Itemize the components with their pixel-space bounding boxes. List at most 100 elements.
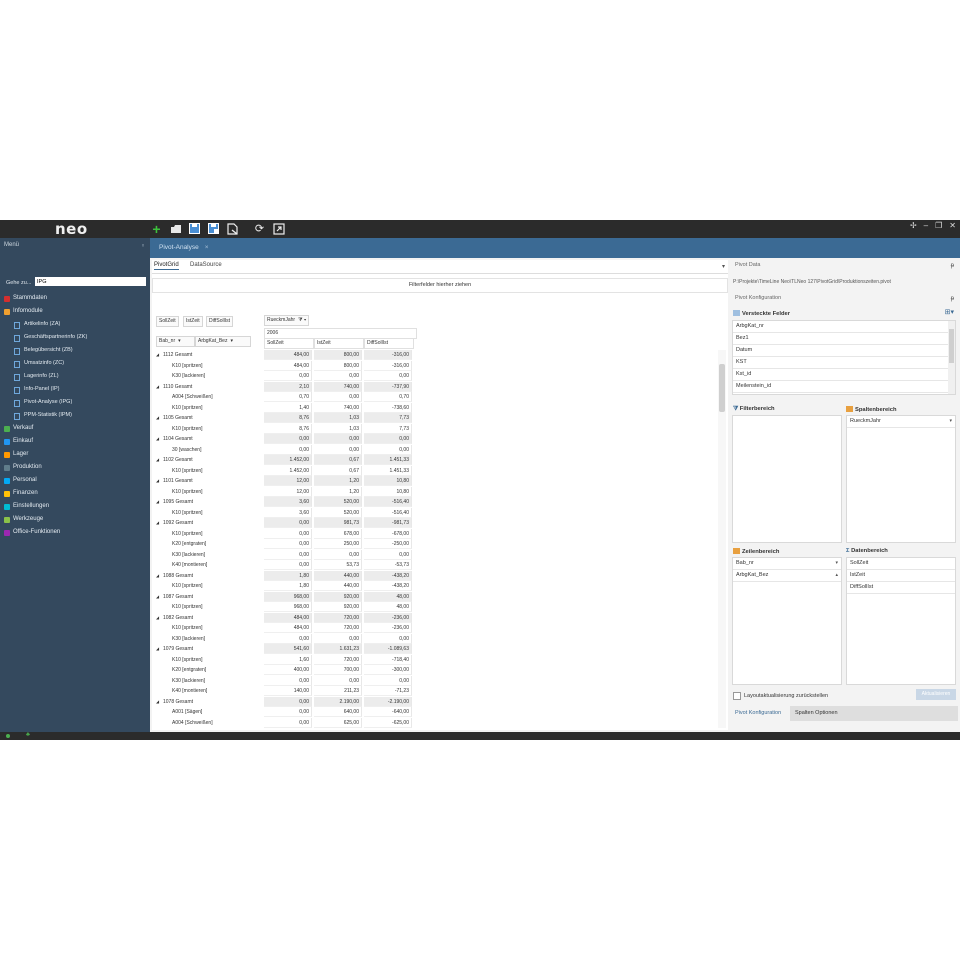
data-cell[interactable]: 0,70 (264, 392, 312, 402)
data-cell[interactable]: 1,20 (314, 476, 362, 486)
data-cell[interactable]: 440,00 (314, 570, 362, 581)
data-cell[interactable]: 10,80 (364, 486, 412, 497)
subtab-dropdown-icon[interactable]: ▾ (722, 263, 725, 270)
data-cell[interactable]: 0,00 (314, 444, 362, 455)
col-header-diffsollist[interactable]: DiffSollIst (364, 338, 414, 349)
row-field-chip[interactable]: ArbgKat_Bez ▾ (195, 336, 251, 347)
data-cell[interactable]: 0,00 (364, 633, 412, 644)
data-cell[interactable]: -516,40 (364, 497, 412, 507)
collapse-icon[interactable]: ◢ (156, 382, 159, 393)
data-cell[interactable]: 53,73 (314, 560, 362, 570)
data-cell[interactable]: 0,00 (264, 549, 312, 560)
data-cell[interactable]: 140,00 (264, 686, 312, 696)
data-cell[interactable]: 0,00 (264, 371, 312, 381)
column-field-chip[interactable]: RueckmJahr ⧩ ▾ (264, 315, 310, 326)
data-cell[interactable]: 1,80 (264, 581, 312, 591)
data-cell[interactable]: 1.451,33 (364, 455, 412, 465)
data-cell[interactable]: 800,00 (314, 350, 362, 360)
save-as-icon[interactable] (207, 222, 220, 235)
data-cell[interactable]: 700,00 (314, 665, 362, 675)
data-cell[interactable]: 1,03 (314, 413, 362, 423)
sidebar-item[interactable]: Umsatzinfo (ZC) (0, 357, 150, 370)
sidebar-item[interactable]: Belegübersicht (ZB) (0, 344, 150, 357)
data-cell[interactable]: 1,40 (264, 402, 312, 413)
row-area-box[interactable]: Bab_nr ▾ ArbgKat_Bez ▴ (732, 557, 842, 685)
field-item[interactable]: Bez1 (733, 333, 955, 345)
row-field-chip[interactable]: Bab_nr ▾ (156, 336, 195, 347)
sort-icon[interactable]: ▾ (230, 338, 233, 344)
scrollbar-thumb[interactable] (719, 364, 725, 412)
sidebar-item[interactable]: Werkzeuge (0, 513, 150, 526)
data-cell[interactable]: 720,00 (314, 612, 362, 623)
col-header-sollzeit[interactable]: SollZeit (264, 338, 314, 349)
collapse-icon[interactable]: ◢ (156, 455, 159, 466)
column-area-box[interactable]: RueckmJahr ▾ (846, 415, 956, 543)
sidebar-item[interactable]: Office-Funktionen (0, 526, 150, 539)
data-cell[interactable]: 1,20 (314, 486, 362, 497)
data-cell[interactable]: 400,00 (264, 665, 312, 675)
data-cell[interactable]: 520,00 (314, 507, 362, 518)
field-item[interactable]: RueckmJahr ▾ (847, 416, 955, 428)
layout-grid-icon[interactable]: ⊞▾ (945, 308, 954, 316)
field-item[interactable]: Datum (733, 345, 955, 357)
data-cell[interactable]: 12,00 (264, 476, 312, 486)
data-cell[interactable]: 1.452,00 (264, 465, 312, 476)
data-cell[interactable]: -438,20 (364, 581, 412, 591)
filter-dropdown-icon[interactable]: ⧩ ▾ (298, 317, 306, 323)
data-cell[interactable]: 1.631,23 (314, 644, 362, 654)
data-cell[interactable]: -718,40 (364, 654, 412, 665)
sidebar-item[interactable]: Pivot-Analyse (IPG) (0, 396, 150, 409)
field-item[interactable]: Bab_nr ▾ (733, 558, 841, 570)
data-cell[interactable]: -516,40 (364, 507, 412, 518)
sidebar-item[interactable]: Stammdaten (0, 292, 150, 305)
sidebar-item[interactable]: Lager (0, 448, 150, 461)
data-cell[interactable]: 0,00 (264, 539, 312, 549)
data-cell[interactable]: 981,73 (314, 518, 362, 528)
data-cell[interactable]: 541,60 (264, 644, 312, 654)
data-cell[interactable]: -236,00 (364, 623, 412, 633)
data-cell[interactable]: 740,00 (314, 402, 362, 413)
minimize-icon[interactable]: – (924, 221, 928, 230)
data-cell[interactable]: 0,00 (314, 434, 362, 444)
data-cell[interactable]: 211,23 (314, 686, 362, 696)
subtab-datasource[interactable]: DataSource (190, 262, 222, 268)
data-cell[interactable]: 1,03 (314, 423, 362, 434)
data-cell[interactable]: -678,00 (364, 528, 412, 539)
sidebar-item[interactable]: Info-Panel (IP) (0, 383, 150, 396)
data-cell[interactable]: -737,90 (364, 381, 412, 392)
field-item[interactable]: Projekt_id (733, 393, 955, 394)
data-cell[interactable]: -300,00 (364, 665, 412, 675)
data-cell[interactable]: 800,00 (314, 360, 362, 371)
collapse-icon[interactable]: ◢ (156, 518, 159, 529)
collapse-icon[interactable]: ◢ (156, 476, 159, 487)
sort-icon[interactable]: ▾ (835, 558, 838, 569)
data-cell[interactable]: 0,00 (314, 371, 362, 381)
collapse-icon[interactable]: ◢ (156, 613, 159, 624)
save-icon[interactable] (188, 222, 201, 235)
data-cell[interactable]: 0,00 (264, 675, 312, 686)
grid-vertical-scrollbar[interactable] (718, 350, 726, 728)
export-icon[interactable] (226, 222, 239, 235)
data-cell[interactable]: 678,00 (314, 528, 362, 539)
data-cell[interactable]: 968,00 (264, 591, 312, 602)
data-cell[interactable]: 0,00 (264, 528, 312, 539)
data-cell[interactable]: 0,00 (364, 675, 412, 686)
data-cell[interactable]: 0,00 (314, 633, 362, 644)
data-cell[interactable]: 720,00 (314, 654, 362, 665)
data-cell[interactable]: 484,00 (264, 623, 312, 633)
data-cell[interactable]: -2.190,00 (364, 696, 412, 707)
data-cell[interactable]: -1.089,63 (364, 644, 412, 654)
data-cell[interactable]: 3,60 (264, 497, 312, 507)
sidebar-item[interactable]: Verkauf (0, 422, 150, 435)
data-cell[interactable]: 968,00 (264, 602, 312, 612)
data-cell[interactable]: 920,00 (314, 591, 362, 602)
data-cell[interactable]: 0,00 (264, 696, 312, 707)
menu-pin-icon[interactable]: ₓ (142, 242, 144, 248)
close-icon[interactable]: ✕ (949, 221, 956, 230)
data-field-chip[interactable]: SollZeit (156, 316, 179, 327)
field-item[interactable]: IstZeit (847, 570, 955, 582)
data-cell[interactable]: -316,00 (364, 350, 412, 360)
data-cell[interactable]: -236,00 (364, 612, 412, 623)
data-cell[interactable]: 1,80 (264, 570, 312, 581)
data-cell[interactable]: 2,10 (264, 381, 312, 392)
